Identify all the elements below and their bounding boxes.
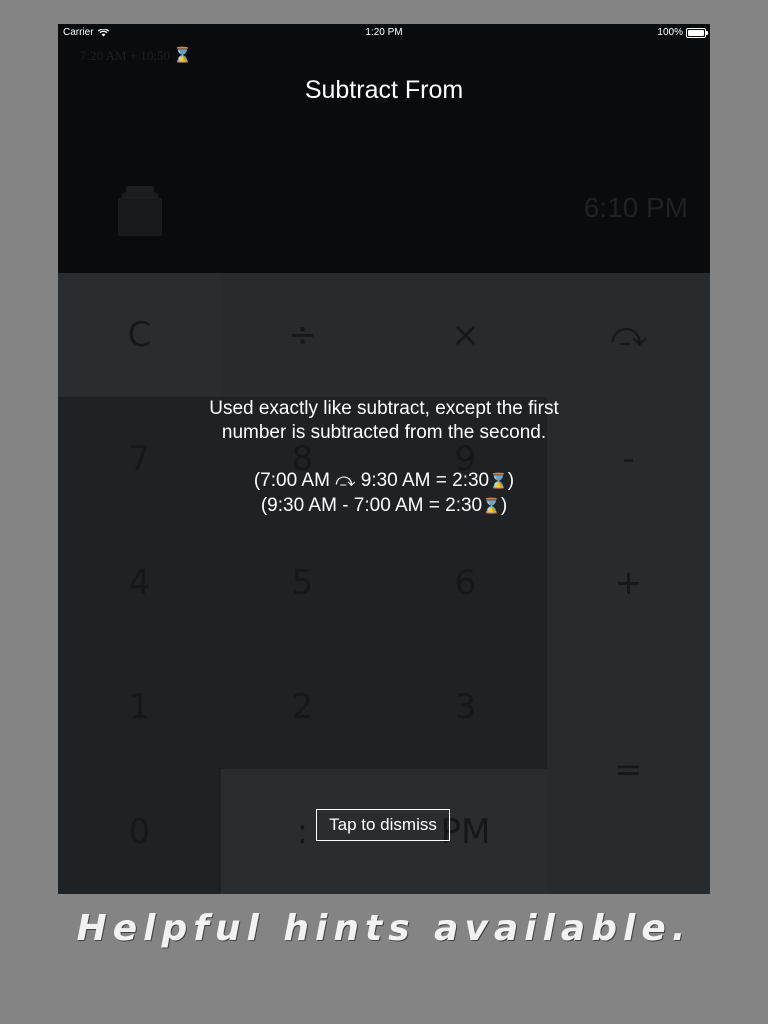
hint-example-2-close: ) xyxy=(500,495,508,516)
dismiss-button[interactable]: Tap to dismiss xyxy=(316,809,450,841)
key-plus[interactable]: + xyxy=(547,521,710,645)
key-0[interactable]: 0 xyxy=(58,769,221,894)
history-strip[interactable]: 7:20 AM + 10:50 ⌛ xyxy=(80,46,192,65)
battery-icon xyxy=(686,27,708,38)
hint-body: Used exactly like subtract, except the f… xyxy=(160,397,608,519)
key-6[interactable]: 6 xyxy=(384,521,547,645)
hint-example-2-text: (9:30 AM - 7:00 AM = 2:30 xyxy=(260,495,483,516)
calculator-display: 7:20 AM + 10:50 ⌛ 6:10 PM xyxy=(58,24,710,273)
hint-example-2: (9:30 AM - 7:00 AM = 2:30⌛) xyxy=(160,494,608,519)
copy-icon[interactable] xyxy=(118,184,162,236)
promo-caption: Helpful hints available. xyxy=(76,908,692,949)
hourglass-icon: ⌛ xyxy=(489,473,508,490)
hint-title: Subtract From xyxy=(304,76,464,104)
history-text: 7:20 AM + 10:50 xyxy=(80,48,171,63)
key-subtract-from[interactable]: ⤼ xyxy=(547,273,710,397)
key-clear[interactable]: C xyxy=(58,273,221,397)
key-equals[interactable]: = xyxy=(547,645,710,894)
status-bar: Carrier 1:20 PM 100% xyxy=(58,24,710,42)
hint-example-1: (7:00 AM ⤼ 9:30 AM = 2:30⌛) xyxy=(160,469,608,494)
result-display: 6:10 PM xyxy=(583,192,688,223)
battery-percent: 100% xyxy=(657,27,683,38)
hint-example-1-text: (7:00 AM ⤼ 9:30 AM = 2:30 xyxy=(253,470,490,491)
key-5[interactable]: 5 xyxy=(221,521,384,645)
keypad: C ÷ × ⤼ 7 8 9 - 4 5 6 + 1 2 3 = 0 : PM xyxy=(58,273,710,894)
hint-line-1: Used exactly like subtract, except the f… xyxy=(209,398,559,419)
status-battery: 100% xyxy=(657,27,708,38)
key-4[interactable]: 4 xyxy=(58,521,221,645)
hourglass-icon: ⌛ xyxy=(482,498,501,515)
hint-line-2: number is subtracted from the second. xyxy=(221,422,547,443)
key-multiply[interactable]: × xyxy=(384,273,547,397)
hint-examples: (7:00 AM ⤼ 9:30 AM = 2:30⌛) (9:30 AM - 7… xyxy=(160,469,608,519)
key-2[interactable]: 2 xyxy=(221,645,384,769)
hourglass-icon: ⌛ xyxy=(173,48,192,64)
key-3[interactable]: 3 xyxy=(384,645,547,769)
key-divide[interactable]: ÷ xyxy=(221,273,384,397)
key-1[interactable]: 1 xyxy=(58,645,221,769)
hint-example-1-close: ) xyxy=(507,470,515,491)
status-time: 1:20 PM xyxy=(365,27,403,38)
